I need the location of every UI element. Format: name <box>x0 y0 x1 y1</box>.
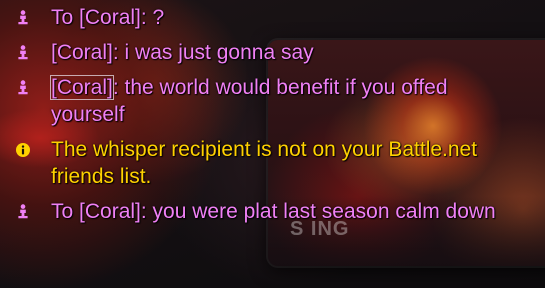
whisper-person-icon <box>15 10 31 26</box>
message-text: i was just gonna say <box>124 41 314 64</box>
system-message-text: The whisper recipient is not on your Bat… <box>51 138 478 188</box>
chat-log: To [Coral]: ? [Coral]: i was just gonna … <box>0 0 545 233</box>
player-name-link[interactable]: [Coral] <box>51 41 113 64</box>
whisper-person-icon <box>15 45 31 61</box>
chat-message-outgoing-whisper: To [Coral]: you were plat last season ca… <box>0 198 545 225</box>
message-separator: : <box>112 41 125 64</box>
message-text: ? <box>152 6 165 29</box>
whisper-person-icon <box>15 204 31 220</box>
chat-message-incoming-whisper: [Coral]: the world would benefit if you … <box>0 74 545 128</box>
message-separator: : <box>112 76 125 99</box>
message-separator: : <box>140 200 153 223</box>
message-prefix: To <box>51 6 80 29</box>
info-icon <box>15 142 31 158</box>
whisper-person-icon <box>15 80 31 96</box>
chat-message-incoming-whisper: [Coral]: i was just gonna say <box>0 39 545 66</box>
chat-message-system: The whisper recipient is not on your Bat… <box>0 136 545 190</box>
message-separator: : <box>140 6 153 29</box>
message-prefix: To <box>51 200 80 223</box>
message-text: you were plat last season calm down <box>152 200 496 223</box>
player-name-link[interactable]: [Coral] <box>79 6 141 29</box>
player-name-link[interactable]: [Coral] <box>79 200 141 223</box>
player-name-link[interactable]: [Coral] <box>50 75 114 100</box>
chat-message-outgoing-whisper: To [Coral]: ? <box>0 4 545 31</box>
